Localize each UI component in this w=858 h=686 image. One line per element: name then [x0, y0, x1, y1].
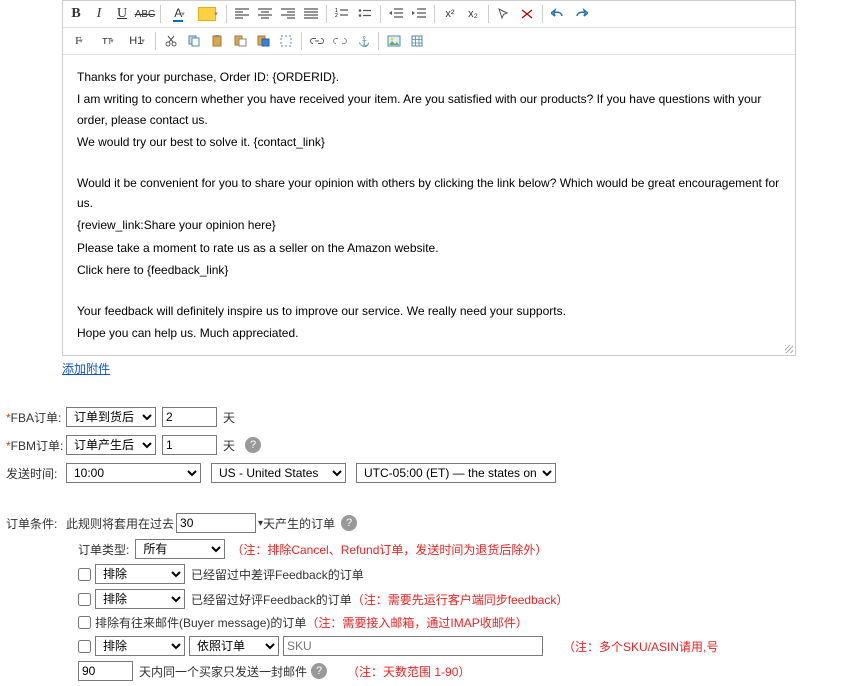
help-icon[interactable]: ? [311, 663, 327, 679]
svg-text:⚓: ⚓ [358, 35, 369, 47]
align-right-button[interactable] [277, 3, 299, 25]
exclude-mid-feedback-checkbox[interactable] [78, 568, 91, 581]
cursor-icon[interactable] [493, 3, 515, 25]
insert-image-button[interactable] [383, 30, 405, 52]
resize-handle[interactable] [783, 343, 793, 353]
italic-button[interactable]: I [88, 3, 110, 25]
fba-days-input[interactable] [162, 407, 217, 427]
indent-button[interactable] [408, 3, 430, 25]
editor-line: We would try our best to solve it. {cont… [77, 132, 781, 152]
same-buyer-text: 天内同一个买家只发送一封邮件 [139, 663, 307, 680]
ordertype-label: 订单类型: [78, 541, 129, 558]
editor-line: Click here to {feedback_link} [77, 260, 781, 280]
redo-button[interactable] [570, 3, 592, 25]
outdent-button[interactable] [385, 3, 407, 25]
past-days-input[interactable] [176, 513, 256, 533]
select-all-button[interactable] [275, 30, 297, 52]
days-range-note: （注：天数范围 1-90） [347, 663, 470, 680]
exclude-sku-checkbox[interactable] [78, 640, 91, 653]
toolbar-row-2: F▾ тT▾ H1▾ ⚓⚓ [63, 28, 795, 55]
good-feedback-note: （注：需要先运行客户端同步feedback） [352, 591, 569, 608]
superscript-button[interactable]: x² [439, 3, 461, 25]
copy-button[interactable] [183, 30, 205, 52]
unlink-button[interactable] [329, 30, 351, 52]
font-family-button[interactable]: F▾ [65, 30, 93, 52]
svg-text:2: 2 [335, 13, 338, 19]
add-attachment-link[interactable]: 添加附件 [62, 362, 110, 376]
paste-word-button[interactable] [252, 30, 274, 52]
rule-prefix: 此规则将套用在过去 [66, 515, 174, 532]
editor-line: Please take a moment to rate us as a sel… [77, 238, 781, 258]
mid-feedback-text: 已经留过中差评Feedback的订单 [191, 566, 364, 583]
bold-button[interactable]: B [65, 3, 87, 25]
buyer-msg-note: （注：需要接入邮箱，通过IMAP收邮件） [306, 614, 527, 631]
exclude-good-feedback-checkbox[interactable] [78, 593, 91, 606]
unordered-list-button[interactable] [354, 3, 376, 25]
ordertype-note: （注：排除Cancel、Refund订单，发送时间为退货后除外） [231, 541, 547, 558]
editor-line: Hope you can help us. Much appreciated. [77, 323, 781, 343]
align-left-button[interactable] [231, 3, 253, 25]
editor-line: Your feedback will definitely inspire us… [77, 301, 781, 321]
exclude-select-2[interactable]: 排除 [95, 589, 185, 609]
editor-line: Would it be convenient for you to share … [77, 173, 781, 214]
rule-suffix: 天产生的订单 [263, 515, 335, 532]
subscript-button[interactable]: x₂ [462, 3, 484, 25]
align-center-button[interactable] [254, 3, 276, 25]
link-button[interactable] [306, 30, 328, 52]
editor-line: I am writing to concern whether you have… [77, 89, 781, 130]
fbm-label: *FBM订单: [6, 437, 66, 454]
rich-text-editor: B I U ABC A▾ ▾ 12 x² x₂ F▾ тT▾ H1▾ [62, 0, 796, 356]
fbm-select[interactable]: 订单产生后 [66, 435, 156, 455]
days-unit: 天 [223, 409, 235, 426]
highlight-button[interactable]: ▾ [194, 3, 222, 25]
fba-label: *FBA订单: [6, 409, 66, 426]
by-order-select[interactable]: 依照订单 [189, 636, 279, 656]
conditions-label: 订单条件: [6, 515, 66, 532]
editor-line: Thanks for your purchase, Order ID: {ORD… [77, 67, 781, 87]
ordertype-select[interactable]: 所有 [135, 539, 225, 559]
country-select[interactable]: US - United States [211, 463, 346, 483]
remove-format-button[interactable] [516, 3, 538, 25]
editor-content[interactable]: Thanks for your purchase, Order ID: {ORD… [63, 55, 795, 355]
heading-button[interactable]: H1▾ [123, 30, 151, 52]
exclude-buyer-msg-checkbox[interactable] [78, 616, 91, 629]
sku-input[interactable] [283, 636, 543, 656]
paste-button[interactable] [206, 30, 228, 52]
help-icon[interactable]: ? [245, 437, 261, 453]
fbm-days-input[interactable] [162, 435, 217, 455]
editor-line: {review_link:Share your opinion here} [77, 215, 781, 235]
anchor-button[interactable]: ⚓⚓ [352, 30, 374, 52]
paste-text-button[interactable] [229, 30, 251, 52]
cut-button[interactable] [160, 30, 182, 52]
time-select[interactable]: 10:00 [66, 463, 201, 483]
good-feedback-text: 已经留过好评Feedback的订单 [191, 591, 352, 608]
text-color-button[interactable]: A▾ [165, 3, 193, 25]
timezone-select[interactable]: UTC-05:00 (ET) — the states on the Atla [356, 463, 556, 483]
sendtime-label: 发送时间: [6, 465, 66, 482]
fba-select[interactable]: 订单到货后 [66, 407, 156, 427]
exclude-select-3[interactable]: 排除 [95, 636, 185, 656]
strikethrough-button[interactable]: ABC [134, 3, 156, 25]
align-justify-button[interactable] [300, 3, 322, 25]
same-buyer-days-input[interactable] [78, 661, 133, 681]
insert-table-button[interactable] [406, 30, 428, 52]
underline-button[interactable]: U [111, 3, 133, 25]
days-unit: 天 [223, 437, 235, 454]
undo-button[interactable] [547, 3, 569, 25]
exclude-select-1[interactable]: 排除 [95, 564, 185, 584]
toolbar-row-1: B I U ABC A▾ ▾ 12 x² x₂ [63, 1, 795, 28]
sku-note: （注：多个SKU/ASIN请用,号 [563, 638, 718, 655]
buyer-msg-text: 排除有往来邮件(Buyer message)的订单 [95, 614, 306, 631]
help-icon[interactable]: ? [341, 515, 357, 531]
font-size-button[interactable]: тT▾ [94, 30, 122, 52]
ordered-list-button[interactable]: 12 [331, 3, 353, 25]
